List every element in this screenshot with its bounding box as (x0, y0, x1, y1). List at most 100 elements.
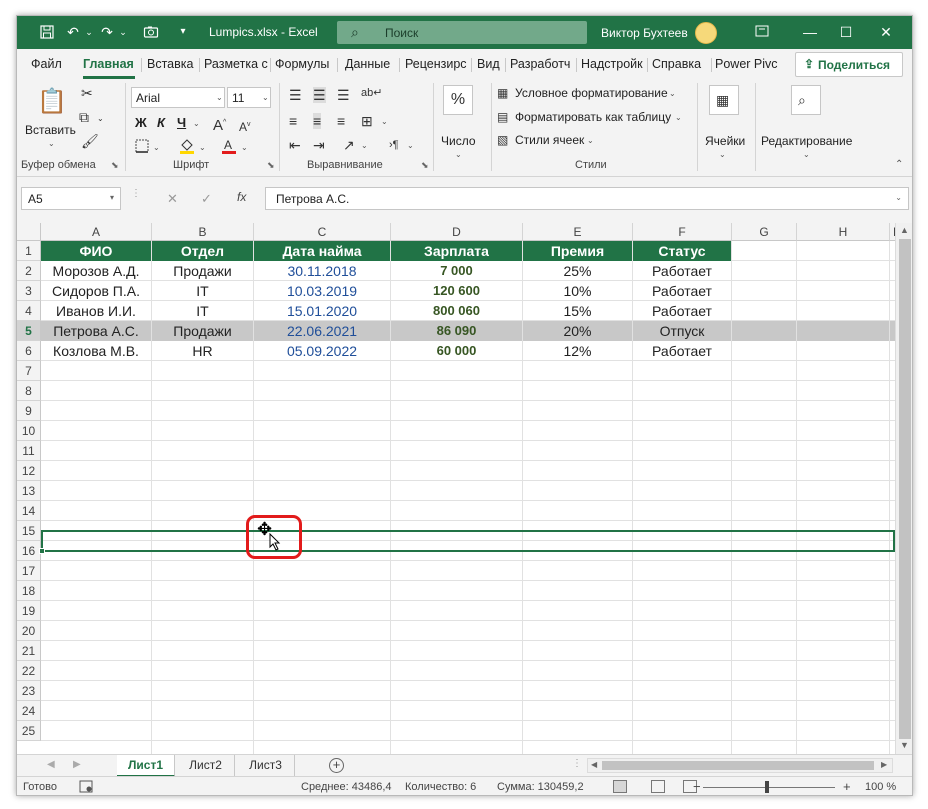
increase-font-icon[interactable]: A^ (213, 115, 226, 134)
table-cell[interactable]: 22.06.2021 (254, 321, 390, 341)
table-cell[interactable]: 10.03.2019 (254, 281, 390, 301)
bold-button[interactable]: Ж (135, 115, 147, 130)
sheet-tab[interactable]: Лист1 (117, 755, 175, 777)
row-header[interactable]: 15 (17, 521, 41, 541)
ribbon-display-options-icon[interactable] (751, 22, 773, 42)
font-launcher-icon[interactable]: ⬊ (267, 160, 275, 171)
column-header[interactable]: H (797, 223, 890, 241)
underline-button[interactable]: Ч (177, 115, 186, 130)
orientation-icon[interactable]: ↗ (343, 137, 355, 153)
text-direction-icon[interactable]: ›¶ (389, 137, 399, 153)
conditional-formatting-button[interactable]: Условное форматирование (515, 86, 668, 100)
format-as-table-icon[interactable]: ▤ (497, 109, 508, 125)
row-header[interactable]: 7 (17, 361, 41, 381)
table-cell[interactable]: Работает (633, 341, 731, 361)
share-button[interactable]: ⇪ Поделиться (795, 52, 903, 77)
insert-function-button[interactable]: fx (237, 190, 246, 204)
minimize-icon[interactable]: — (799, 22, 821, 42)
align-middle-icon[interactable]: ☰ (313, 87, 326, 103)
scroll-left-icon[interactable]: ◀ (591, 760, 597, 769)
underline-dropdown-icon[interactable]: ⌄ (193, 119, 200, 128)
table-header-cell[interactable]: Зарплата (391, 241, 522, 261)
row-header[interactable]: 5 (17, 321, 41, 341)
font-size-select[interactable]: 11 ⌄ (227, 87, 271, 108)
column-header[interactable]: G (732, 223, 797, 241)
maximize-icon[interactable]: ☐ (835, 22, 857, 42)
table-cell[interactable]: 25% (523, 261, 632, 281)
clipboard-launcher-icon[interactable]: ⬊ (111, 160, 119, 171)
row-header[interactable]: 19 (17, 601, 41, 621)
row-header[interactable]: 1 (17, 241, 41, 261)
table-cell[interactable]: Продажи (152, 261, 253, 281)
formula-input[interactable]: Петрова А.С. ⌄ (265, 187, 909, 210)
row-header[interactable]: 16 (17, 541, 41, 561)
row-header[interactable]: 10 (17, 421, 41, 441)
cells-button[interactable]: ▦ (709, 85, 739, 115)
table-header-cell[interactable]: Отдел (152, 241, 253, 261)
tab-split-icon[interactable]: ⋮ (572, 758, 582, 769)
sheet-tab[interactable]: Лист3 (237, 755, 295, 777)
search-box[interactable]: ⌕ Поиск (337, 21, 587, 44)
row-header[interactable]: 4 (17, 301, 41, 321)
enter-icon[interactable]: ✓ (201, 191, 212, 207)
table-cell[interactable]: 12% (523, 341, 632, 361)
table-cell[interactable]: 15% (523, 301, 632, 321)
editing-button[interactable]: ⌕ (791, 85, 821, 115)
zoom-out-button[interactable]: − (693, 779, 701, 794)
row-header[interactable]: 25 (17, 721, 41, 741)
table-cell[interactable]: 60 000 (391, 341, 522, 361)
zoom-slider[interactable] (703, 787, 835, 788)
cell-styles-icon[interactable]: ▧ (497, 132, 508, 148)
fill-color-icon[interactable] (179, 137, 195, 158)
table-cell[interactable]: IT (152, 301, 253, 321)
table-header-cell[interactable]: ФИО (41, 241, 151, 261)
increase-indent-icon[interactable]: ⇥ (313, 137, 325, 153)
font-name-select[interactable]: Arial ⌄ (131, 87, 225, 108)
scroll-thumb[interactable] (899, 239, 911, 739)
collapse-ribbon-icon[interactable]: ⌃ (895, 159, 903, 170)
table-header-cell[interactable]: Премия (523, 241, 632, 261)
zoom-slider-knob[interactable] (765, 781, 769, 793)
worksheet-grid[interactable]: ABCDEFGHI 123456789101112131415161718192… (17, 223, 895, 754)
row-header[interactable]: 12 (17, 461, 41, 481)
copy-dropdown-icon[interactable]: ⌄ (97, 111, 104, 127)
copy-icon[interactable]: ⧉ (79, 109, 89, 125)
borders-icon[interactable] (135, 139, 149, 156)
merge-dropdown-icon[interactable]: ⌄ (381, 117, 388, 126)
column-header[interactable]: E (523, 223, 633, 241)
table-cell[interactable]: Работает (633, 281, 731, 301)
editing-label[interactable]: Редактирование (761, 134, 852, 148)
cancel-icon[interactable]: ✕ (167, 191, 178, 207)
table-cell[interactable]: 30.11.2018 (254, 261, 390, 281)
column-header[interactable]: A (41, 223, 152, 241)
table-cell[interactable]: Козлова М.В. (41, 341, 151, 361)
zoom-in-button[interactable]: + (843, 779, 851, 794)
table-header-cell[interactable]: Статус (633, 241, 731, 261)
row-header[interactable]: 24 (17, 701, 41, 721)
table-cell[interactable]: IT (152, 281, 253, 301)
macro-record-icon[interactable] (79, 780, 93, 795)
fill-color-dropdown-icon[interactable]: ⌄ (199, 143, 206, 152)
paste-dropdown-icon[interactable]: ⌄ (48, 139, 55, 148)
redo-dropdown-icon[interactable]: ⌄ (115, 24, 131, 40)
cells-label[interactable]: Ячейки (705, 134, 745, 148)
row-header[interactable]: 14 (17, 501, 41, 521)
tab-view[interactable]: Вид (477, 57, 501, 71)
row-header[interactable]: 23 (17, 681, 41, 701)
user-name[interactable]: Виктор Бухтеев (601, 26, 688, 40)
table-cell[interactable]: 05.09.2022 (254, 341, 390, 361)
table-cell[interactable]: 15.01.2020 (254, 301, 390, 321)
align-bottom-icon[interactable]: ☰ (337, 87, 350, 103)
font-color-dropdown-icon[interactable]: ⌄ (241, 143, 248, 152)
text-direction-dropdown-icon[interactable]: ⌄ (407, 141, 414, 150)
paste-label[interactable]: Вставить (25, 123, 76, 137)
alignment-launcher-icon[interactable]: ⬊ (421, 160, 429, 171)
sheet-tab[interactable]: Лист2 (177, 755, 235, 777)
decrease-font-icon[interactable]: Av (239, 117, 251, 135)
table-cell[interactable]: 7 000 (391, 261, 522, 281)
column-header[interactable]: F (633, 223, 732, 241)
select-all-corner[interactable] (17, 223, 41, 241)
row-header[interactable]: 21 (17, 641, 41, 661)
tab-data[interactable]: Данные (345, 57, 395, 71)
cell-styles-button[interactable]: Стили ячеек (515, 133, 584, 147)
